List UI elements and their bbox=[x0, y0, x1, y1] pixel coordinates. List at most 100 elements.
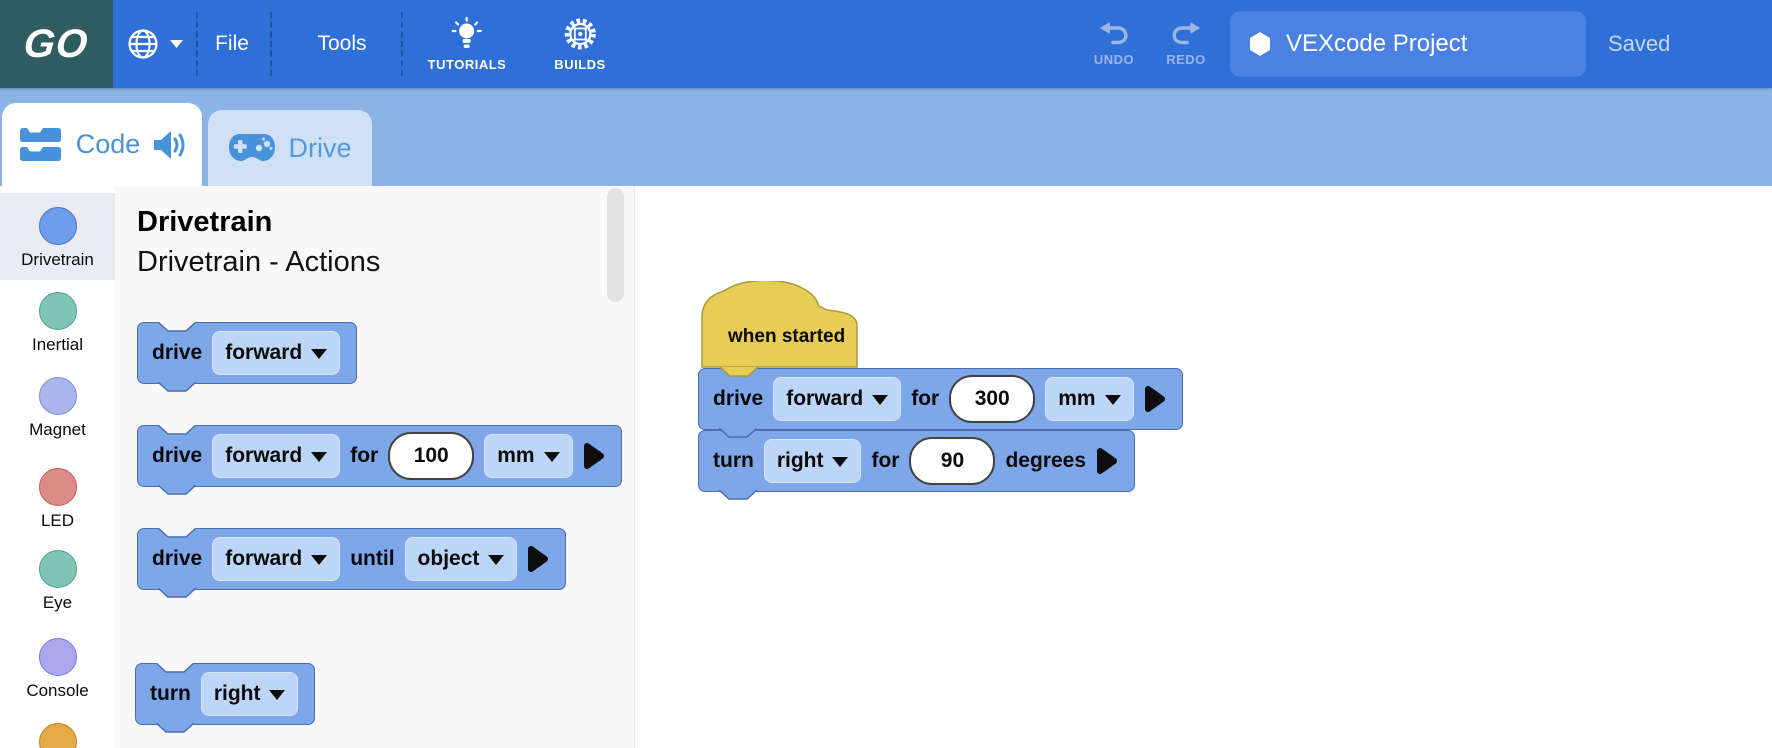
dropdown-value: object bbox=[418, 547, 480, 571]
topbar-divider bbox=[270, 12, 272, 76]
turn-block[interactable]: turn right bbox=[135, 663, 315, 725]
dropdown-value: mm bbox=[1058, 387, 1095, 411]
undo-button[interactable]: UNDO bbox=[1094, 0, 1134, 88]
palette-section-title: Drivetrain - Actions bbox=[137, 246, 380, 279]
chevron-down-icon bbox=[311, 452, 327, 462]
tab-drive-label: Drive bbox=[288, 133, 351, 164]
block-bottom-tab bbox=[158, 485, 196, 495]
tools-menu[interactable]: Tools bbox=[317, 0, 366, 88]
category-sidebar: Drivetrain InertialMagnet LED Eye Console bbox=[0, 186, 115, 748]
block-dropdown-right[interactable]: right bbox=[764, 439, 862, 483]
block-label: for bbox=[911, 387, 939, 411]
block-label: for bbox=[350, 444, 378, 468]
category-color-dot bbox=[39, 723, 77, 748]
block-dropdown-object[interactable]: object bbox=[405, 537, 518, 581]
tutorials-label: TUTORIALS bbox=[428, 57, 507, 72]
block-dropdown-forward[interactable]: forward bbox=[212, 331, 340, 375]
block-palette: Drivetrain Drivetrain - Actions drivefor… bbox=[115, 186, 635, 748]
category-color-dot bbox=[39, 377, 77, 415]
sidebar-category-console[interactable]: Console bbox=[0, 624, 115, 711]
drive-until-block[interactable]: driveforwarduntilobject bbox=[137, 528, 566, 590]
block-label: turn bbox=[150, 682, 191, 706]
speaker-icon[interactable] bbox=[152, 129, 188, 161]
chevron-down-icon bbox=[832, 457, 848, 467]
chevron-down-icon bbox=[544, 452, 560, 462]
topbar-divider bbox=[401, 12, 403, 76]
chevron-down-icon bbox=[269, 690, 285, 700]
file-menu[interactable]: File bbox=[215, 0, 249, 88]
block-number-input[interactable]: 300 bbox=[949, 375, 1035, 423]
when-started-hat-block[interactable]: when started bbox=[700, 281, 860, 368]
block-label: drive bbox=[152, 547, 202, 571]
block-bottom-tab bbox=[719, 490, 757, 500]
builds-button[interactable]: BUILDS bbox=[554, 0, 605, 88]
dropdown-value: forward bbox=[225, 341, 302, 365]
redo-label: REDO bbox=[1166, 52, 1206, 67]
block-dropdown-forward[interactable]: forward bbox=[212, 434, 340, 478]
palette-scrollbar[interactable] bbox=[607, 188, 624, 302]
block-dropdown-right[interactable]: right bbox=[201, 672, 299, 716]
project-name: VEXcode Project bbox=[1286, 30, 1467, 58]
chevron-down-icon bbox=[311, 555, 327, 565]
go-logo-text: GO bbox=[22, 22, 91, 67]
sidebar-category-magnet[interactable]: Magnet bbox=[0, 363, 115, 450]
block-dropdown-forward[interactable]: forward bbox=[773, 377, 901, 421]
sidebar-category-led[interactable]: LED bbox=[0, 454, 115, 541]
chevron-down-icon bbox=[1105, 395, 1121, 405]
turn-for-block[interactable]: turnrightfor90degrees bbox=[698, 430, 1135, 492]
go-logo: GO bbox=[0, 0, 113, 88]
palette-category-title: Drivetrain bbox=[137, 206, 272, 239]
gamepad-icon bbox=[228, 132, 276, 164]
undo-label: UNDO bbox=[1094, 52, 1134, 67]
hat-shape bbox=[700, 281, 860, 368]
play-icon[interactable] bbox=[527, 545, 549, 573]
project-name-button[interactable]: VEXcode Project bbox=[1230, 11, 1586, 77]
dropdown-value: forward bbox=[225, 444, 302, 468]
category-label: Console bbox=[26, 681, 88, 701]
drive-for-block[interactable]: drive forward for 300 mm bbox=[698, 368, 1183, 430]
sidebar-category-eye[interactable]: Eye bbox=[0, 536, 115, 623]
main-area: Drivetrain InertialMagnet LED Eye Console Dr… bbox=[0, 186, 1772, 748]
vexcode-go-app: GO File Tools bbox=[0, 0, 1772, 748]
block-top-notch bbox=[158, 425, 196, 435]
tab-code[interactable]: Code bbox=[2, 103, 202, 186]
block-dropdown-mm[interactable]: mm bbox=[1045, 377, 1133, 421]
block-label: drive bbox=[713, 387, 763, 411]
drive-for-block[interactable]: drive forward for 100mm bbox=[137, 425, 622, 487]
dropdown-value: forward bbox=[225, 547, 302, 571]
block-label: drive bbox=[152, 444, 202, 468]
chevron-down-icon bbox=[311, 349, 327, 359]
redo-button[interactable]: REDO bbox=[1166, 0, 1206, 88]
chevron-down-icon bbox=[169, 39, 184, 49]
sidebar-category-inertial[interactable]: Inertial bbox=[0, 278, 115, 365]
block-number-input[interactable]: 100 bbox=[388, 432, 474, 480]
category-label: Eye bbox=[43, 593, 72, 613]
block-bottom-tab bbox=[719, 428, 757, 438]
play-icon[interactable] bbox=[1096, 447, 1118, 475]
hexagon-icon bbox=[1248, 31, 1272, 57]
block-top-notch bbox=[158, 322, 196, 332]
play-icon[interactable] bbox=[1144, 385, 1166, 413]
tab-drive[interactable]: Drive bbox=[208, 110, 372, 186]
language-selector[interactable] bbox=[126, 0, 184, 88]
topbar-divider bbox=[196, 12, 198, 76]
block-bottom-tab bbox=[158, 588, 196, 598]
tutorials-button[interactable]: TUTORIALS bbox=[428, 0, 507, 88]
play-icon[interactable] bbox=[583, 442, 605, 470]
dropdown-value: right bbox=[214, 682, 261, 706]
category-label: Drivetrain bbox=[21, 250, 94, 270]
block-dropdown-mm[interactable]: mm bbox=[484, 434, 572, 478]
category-color-dot bbox=[39, 292, 77, 330]
sidebar-category-partial[interactable] bbox=[0, 709, 115, 748]
lightbulb-icon bbox=[450, 16, 484, 52]
block-bottom-tab bbox=[158, 382, 196, 392]
drive-block[interactable]: driveforward bbox=[137, 322, 357, 384]
globe-icon bbox=[126, 27, 160, 61]
category-label: LED bbox=[41, 511, 74, 531]
builds-label: BUILDS bbox=[554, 57, 605, 72]
sidebar-category-drivetrain[interactable]: Drivetrain bbox=[0, 193, 115, 280]
block-dropdown-forward[interactable]: forward bbox=[212, 537, 340, 581]
category-color-dot bbox=[39, 468, 77, 506]
block-number-input[interactable]: 90 bbox=[909, 437, 995, 485]
chevron-down-icon bbox=[488, 555, 504, 565]
